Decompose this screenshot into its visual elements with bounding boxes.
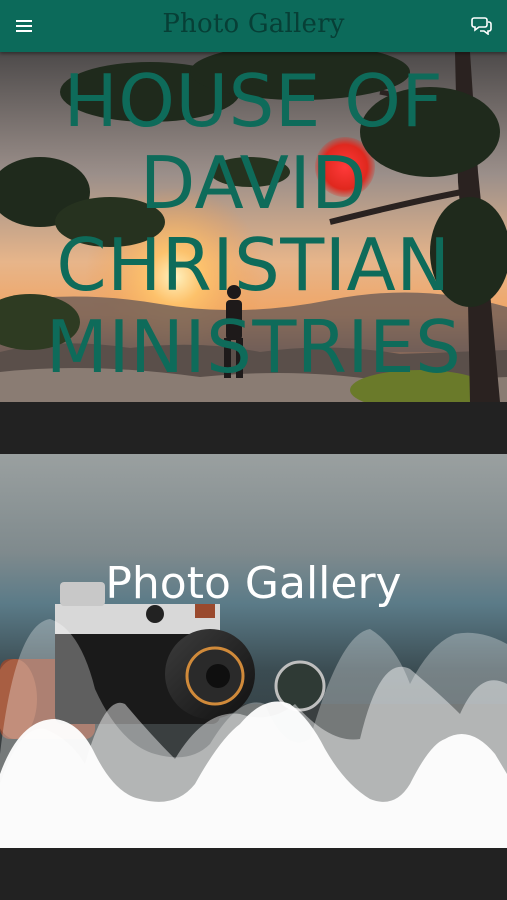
page-title: Photo Gallery bbox=[162, 9, 345, 39]
gallery-title: Photo Gallery bbox=[105, 558, 402, 609]
photo-gallery-card[interactable]: Photo Gallery bbox=[0, 454, 507, 848]
bottom-section bbox=[0, 848, 507, 900]
chat-button[interactable] bbox=[469, 13, 495, 37]
hero-title: HOUSE OF DAVID CHRISTIAN MINISTRIES bbox=[45, 59, 462, 389]
app-bar: Photo Gallery bbox=[0, 0, 507, 52]
hero-banner: HOUSE OF DAVID CHRISTIAN MINISTRIES bbox=[0, 52, 507, 402]
chat-bubbles-icon bbox=[471, 17, 492, 35]
gallery-background-image bbox=[0, 454, 507, 848]
section-divider bbox=[0, 402, 507, 454]
